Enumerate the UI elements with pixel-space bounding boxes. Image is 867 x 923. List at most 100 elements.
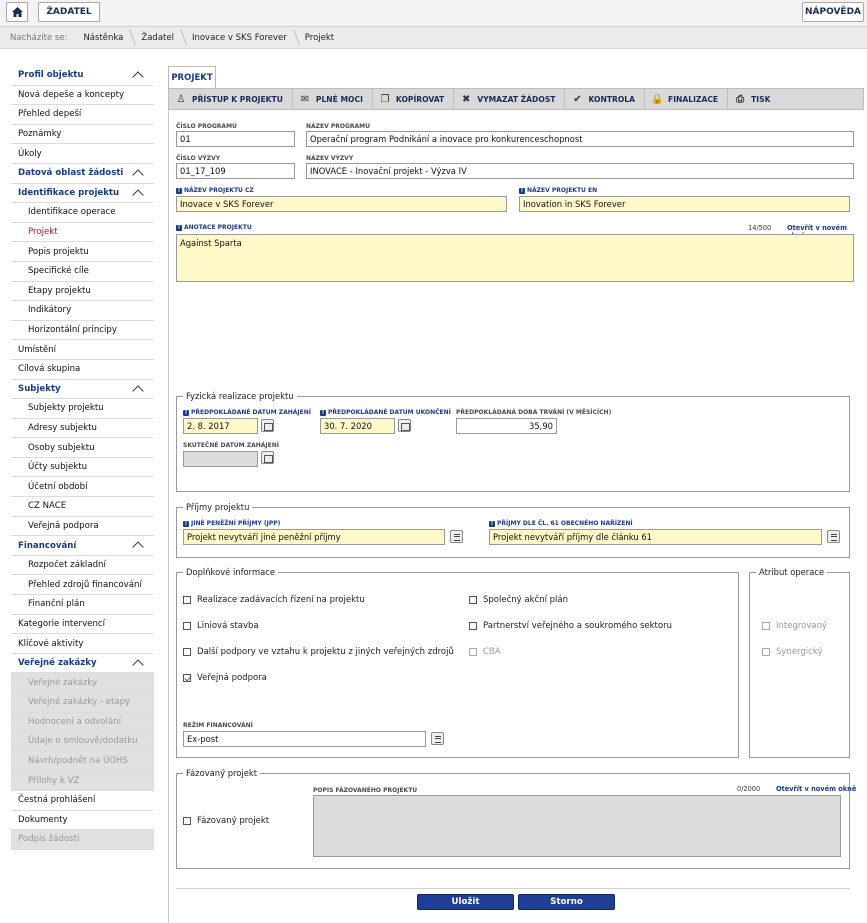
program-number-field[interactable]: 01 <box>176 131 295 147</box>
tender-procedures-checkbox[interactable]: Realizace zadávacích řízení na projektu <box>183 595 365 605</box>
checkbox[interactable] <box>183 817 191 825</box>
chevron-up-icon[interactable] <box>132 169 144 181</box>
help-button[interactable]: NÁPOVĚDA <box>802 2 864 22</box>
sidebar-item-identifikace-operace[interactable]: Identifikace operace <box>11 203 154 223</box>
sidebar-item-financni-plan[interactable]: Finanční plán <box>11 595 154 615</box>
end-date-field[interactable]: 30. 7. 2020 <box>320 418 395 434</box>
sidebar-item-label: Dokumenty <box>18 814 68 825</box>
sidebar-item-etapy-projektu[interactable]: Etapy projektu <box>11 281 154 302</box>
sidebar-section-subjekty[interactable]: Subjekty <box>11 379 154 400</box>
financing-mode-field[interactable]: Ex-post <box>183 731 426 747</box>
project-name-cz-field[interactable]: Inovace v SKS Forever <box>176 196 507 212</box>
sidebar-item-subjekty-projektu[interactable]: Subjekty projektu <box>11 399 154 419</box>
save-button[interactable]: Uložit <box>417 894 514 910</box>
sidebar-item-specificke-cile[interactable]: Specifické cíle <box>11 261 154 282</box>
integrated-checkbox: Integrovaný <box>762 621 827 631</box>
chevron-up-icon[interactable] <box>132 71 144 83</box>
sidebar-item-label: Veřejné zakázky <box>28 677 98 688</box>
sidebar-item-verejna-podpora[interactable]: Veřejná podpora <box>11 516 154 537</box>
sidebar-item-kategorie-intervenci[interactable]: Kategorie intervencí <box>11 614 154 635</box>
list-icon[interactable] <box>450 530 463 543</box>
sidebar-item-horizontalni-principy[interactable]: Horizontální principy <box>11 320 154 341</box>
envelope-icon: ✉ <box>300 93 310 105</box>
checkbox[interactable] <box>469 622 477 630</box>
sidebar-item-nova-depese-a-koncepty[interactable]: Nová depeše a koncepty <box>11 85 154 106</box>
access-button[interactable]: ♙ PŘÍSTUP K PROJEKTU <box>169 89 293 109</box>
list-icon[interactable] <box>827 530 840 543</box>
checkbox[interactable] <box>469 596 477 604</box>
sidebar-section-datova-oblast-zadosti[interactable]: Datová oblast žádosti <box>11 163 154 184</box>
phased-desc-textarea[interactable] <box>313 795 841 857</box>
duration-field[interactable]: 35,90 <box>456 418 557 434</box>
sidebar-item-dokumenty[interactable]: Dokumenty <box>11 810 154 831</box>
project-name-en-field[interactable]: Inovation in SKS Forever <box>519 196 850 212</box>
phased-project-checkbox[interactable]: Fázovaný projekt <box>183 816 269 826</box>
ppp-checkbox[interactable]: Partnerství veřejného a soukromého sekto… <box>469 621 672 631</box>
sidebar-item-cilova-skupina[interactable]: Cílová skupina <box>11 359 154 380</box>
copy-button[interactable]: ❐ KOPÍROVAT <box>373 89 455 109</box>
sidebar-item-rozpocet-zakladni[interactable]: Rozpočet základní <box>11 555 154 576</box>
art61-field[interactable]: Projekt nevytváří příjmy dle článku 61 <box>489 529 822 545</box>
sidebar-section-verejne-zakazky[interactable]: Veřejné zakázky <box>11 653 154 674</box>
required-icon: ! <box>183 410 189 416</box>
project-name-en-label: ! NÁZEV PROJEKTU EN <box>519 187 597 194</box>
sidebar-item-projekt[interactable]: Projekt <box>11 222 154 243</box>
sidebar-item-klicove-aktivity[interactable]: Klíčové aktivity <box>11 634 154 654</box>
print-button[interactable]: ⎙ TISK <box>728 89 779 109</box>
calendar-icon[interactable] <box>261 419 274 432</box>
sidebar-item-indikatory[interactable]: Indikátory <box>11 301 154 321</box>
actual-start-field[interactable] <box>183 451 258 467</box>
checkbox[interactable] <box>183 622 191 630</box>
sidebar-item-osoby-subjektu[interactable]: Osoby subjektu <box>11 438 154 458</box>
calendar-icon[interactable] <box>398 419 411 432</box>
sidebar-item-cestna-prohlaseni[interactable]: Čestná prohlášení <box>11 790 154 811</box>
sidebar-item-label: Přehled depeší <box>18 109 82 120</box>
public-support-checkbox[interactable]: Veřejná podpora <box>183 673 267 683</box>
power-of-attorney-button[interactable]: ✉ PLNÉ MOCI <box>293 89 373 109</box>
other-support-checkbox[interactable]: Další podpory ve vztahu k projektu z jin… <box>183 647 454 657</box>
line-construction-checkbox[interactable]: Liniová stavba <box>183 621 259 631</box>
cancel-button[interactable]: Storno <box>518 894 615 910</box>
home-button[interactable] <box>6 2 28 22</box>
sidebar-section-profil-objektu[interactable]: Profil objektu <box>11 66 154 86</box>
checkbox[interactable] <box>183 596 191 604</box>
sidebar-item-ucetni-obdobi[interactable]: Účetní období <box>11 477 154 498</box>
sidebar-section-identifikace-projektu[interactable]: Identifikace projektu <box>11 183 154 204</box>
start-date-field[interactable]: 2. 8. 2017 <box>183 418 258 434</box>
sidebar-item-popis-projektu[interactable]: Popis projektu <box>11 242 154 262</box>
applicant-button[interactable]: ŽADATEL <box>38 2 100 22</box>
sidebar-item-umisteni[interactable]: Umístění <box>11 340 154 360</box>
finalize-button[interactable]: 🔒 FINALIZACE <box>645 89 729 109</box>
chevron-up-icon[interactable] <box>132 188 144 201</box>
breadcrumb-item[interactable]: Inovace v SKS Forever <box>184 33 297 43</box>
toolbar-label: PŘÍSTUP K PROJEKTU <box>192 94 283 104</box>
checkbox[interactable] <box>183 648 191 656</box>
check-button[interactable]: ✔ KONTROLA <box>565 89 646 109</box>
chevron-up-icon[interactable] <box>132 659 144 671</box>
sidebar-section-financovani[interactable]: Financování <box>11 536 154 556</box>
sidebar-item-ukoly[interactable]: Úkoly <box>11 144 154 164</box>
phased-open-window-link[interactable]: Otevřít v novém okně <box>776 785 856 793</box>
sidebar-item-prehled-zdroju-financovani[interactable]: Přehled zdrojů financování <box>11 575 154 596</box>
tab-projekt[interactable]: PROJEKT <box>168 66 216 88</box>
delete-button[interactable]: ✖ VYMAZAT ŽÁDOST <box>454 89 566 109</box>
list-icon[interactable] <box>431 732 444 745</box>
chevron-up-icon[interactable] <box>132 384 144 397</box>
sidebar-item-ucty-subjektu[interactable]: Účty subjektu <box>11 457 154 478</box>
chevron-up-icon[interactable] <box>132 541 144 553</box>
sidebar-item-prehled-depesi[interactable]: Přehled depeší <box>11 105 154 125</box>
breadcrumb-item[interactable]: Nástěnka <box>75 33 133 43</box>
checkbox-checked[interactable] <box>183 674 191 682</box>
call-number-field[interactable]: 01_17_109 <box>176 163 295 179</box>
jpp-field[interactable]: Projekt nevytváří jiné peněžní příjmy <box>183 529 445 545</box>
call-name-field[interactable]: INOVACE - Inovační projekt - Výzva IV <box>306 163 854 179</box>
calendar-icon[interactable] <box>261 451 274 464</box>
sidebar-item-adresy-subjektu[interactable]: Adresy subjektu <box>11 418 154 439</box>
sidebar-item-poznamky[interactable]: Poznámky <box>11 124 154 145</box>
annotation-textarea[interactable]: Against Sparta <box>176 234 854 282</box>
joint-action-plan-checkbox[interactable]: Společný akční plán <box>469 595 568 605</box>
delete-icon: ✖ <box>462 93 471 105</box>
sidebar-item-cz-nace[interactable]: CZ NACE <box>11 497 154 517</box>
program-name-field[interactable]: Operační program Podnikání a inovace pro… <box>306 131 854 147</box>
breadcrumb-item[interactable]: Žadatel <box>133 33 184 43</box>
